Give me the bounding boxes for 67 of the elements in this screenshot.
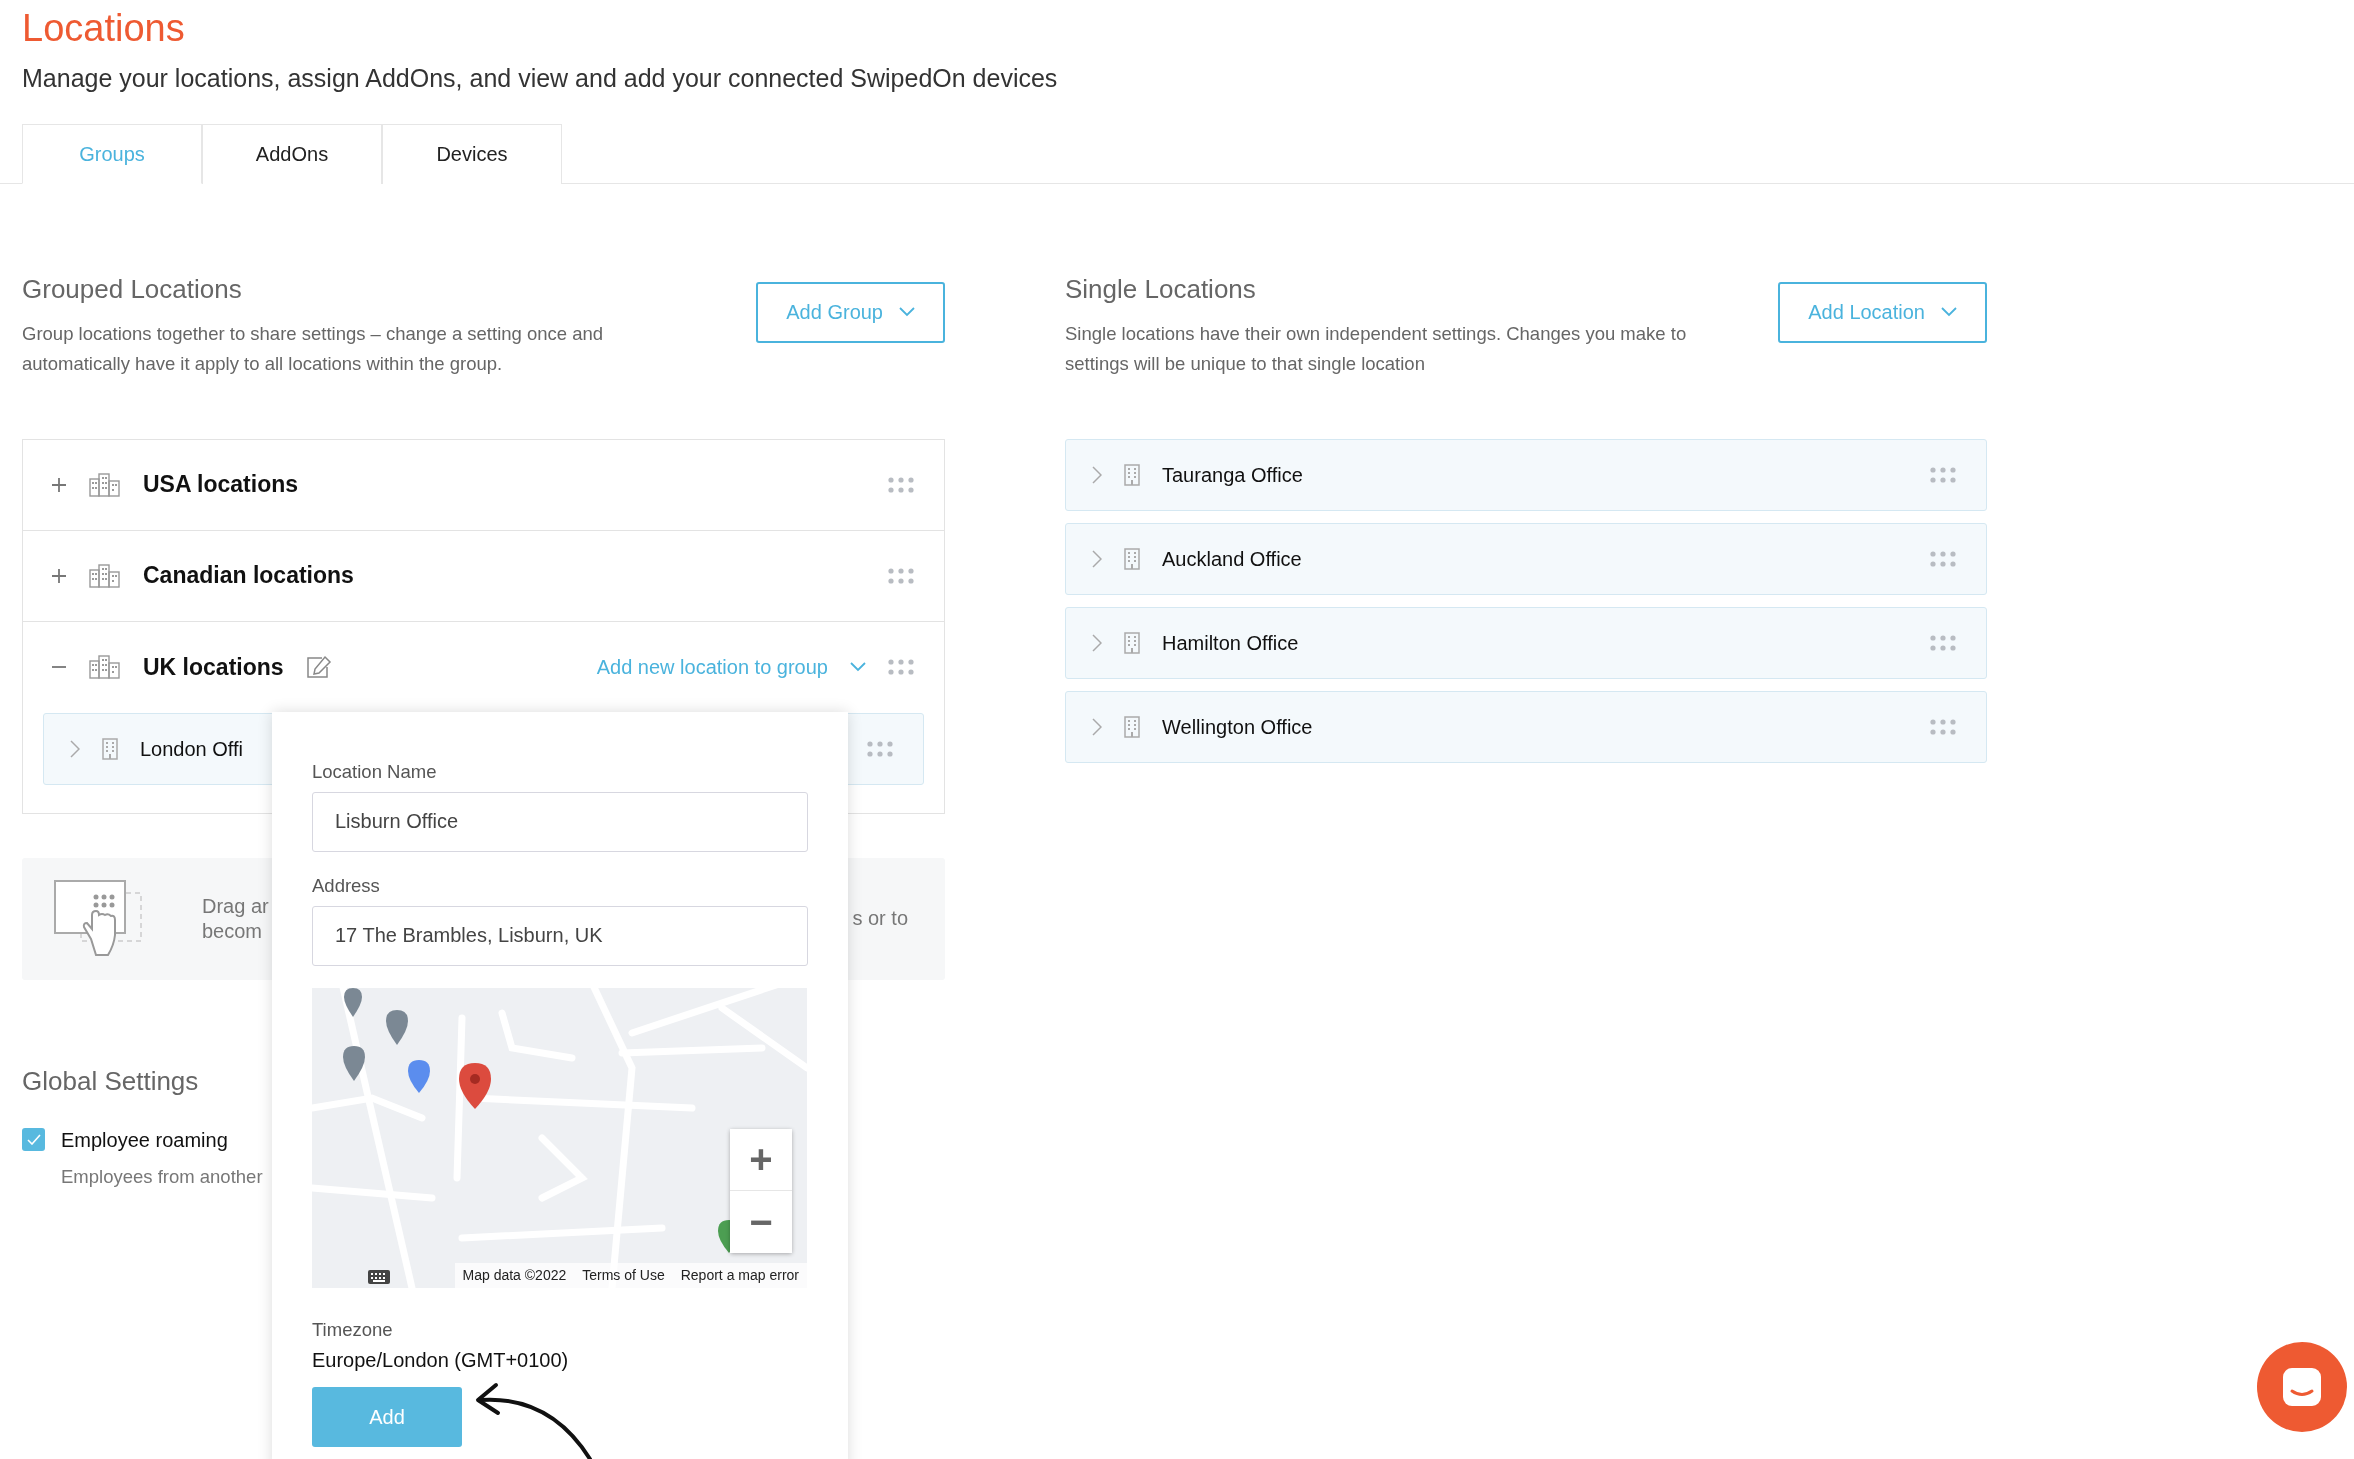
field-label: Timezone <box>312 1317 394 1342</box>
caret-icon <box>899 307 915 317</box>
caret-icon <box>850 662 866 672</box>
location-row[interactable]: Wellington Office <box>1065 690 1987 763</box>
input-field[interactable]: 17 The Brambles, Lisburn, UK <box>312 905 808 966</box>
expand-icon[interactable] <box>51 567 67 584</box>
section-description: Group locations together to share settings – change a setting once and automatically have it apply to all locations within the group. <box>22 321 605 376</box>
section-title: Grouped Locations <box>22 273 243 305</box>
caret-icon <box>1941 307 1957 317</box>
check-icon <box>26 1134 41 1146</box>
map-link[interactable]: Report a map error <box>672 1262 807 1288</box>
section-title: Single Locations <box>1065 273 1257 305</box>
drag-handle-icon[interactable] <box>888 567 914 584</box>
chat-icon <box>2280 1365 2324 1409</box>
hint-text: becom <box>202 918 264 944</box>
page-subtitle: Manage your locations, assign AddOns, and view and add your connected SwipedOn devices <box>21 63 1059 94</box>
location-name: London Offi <box>140 736 244 762</box>
building-icon <box>1124 463 1140 486</box>
drag-handle-icon[interactable] <box>1930 466 1956 483</box>
input-field[interactable]: Lisburn Office <box>312 791 808 852</box>
location-name: Wellington Office <box>1162 714 1313 740</box>
location-name: Hamilton Office <box>1162 630 1299 656</box>
drag-handle-icon[interactable] <box>1930 718 1956 735</box>
buildings-icon <box>89 655 121 679</box>
location-name: Auckland Office <box>1162 546 1302 572</box>
building-icon <box>1124 547 1140 570</box>
location-row[interactable]: Hamilton Office <box>1065 606 1987 679</box>
section-description: Single locations have their own independent settings. Changes you make to settings will be unique to that single location <box>1065 321 1688 376</box>
building-icon <box>1124 631 1140 654</box>
location-name: Tauranga Office <box>1162 462 1303 488</box>
tab[interactable]: AddOns <box>202 123 382 184</box>
group-name: UK locations <box>143 652 284 682</box>
timezone-value: Europe/London (GMT+0100) <box>312 1348 570 1374</box>
location-row[interactable]: Tauranga Office <box>1065 438 1987 511</box>
tab[interactable]: Devices <box>382 123 562 184</box>
chevron-icon[interactable] <box>1092 717 1102 736</box>
section-title: Global Settings <box>22 1065 200 1097</box>
building-icon <box>1124 715 1140 738</box>
buildings-icon <box>89 472 121 497</box>
chevron-icon[interactable] <box>1092 633 1102 652</box>
drag-handle-icon[interactable] <box>1930 634 1956 651</box>
location-row[interactable]: Auckland Office <box>1065 522 1987 595</box>
setting-label: Employee roaming <box>61 1127 228 1153</box>
chevron-icon[interactable] <box>70 739 80 758</box>
chevron-icon[interactable] <box>1092 549 1102 568</box>
drag-handle-icon[interactable] <box>888 659 914 675</box>
field-label: Address <box>312 873 381 898</box>
building-icon <box>102 737 118 760</box>
field-label: Location Name <box>312 760 438 784</box>
group-name: Canadian locations <box>143 561 354 591</box>
drag-handle-icon[interactable] <box>867 740 893 757</box>
zoom-in-button[interactable]: + <box>730 1128 792 1191</box>
map-link[interactable]: Terms of Use <box>574 1262 673 1288</box>
buildings-icon <box>89 563 121 588</box>
group-name: USA locations <box>143 470 299 500</box>
hint-text: Drag ar <box>202 893 269 919</box>
checkbox[interactable] <box>22 1128 45 1152</box>
drag-handle-icon[interactable] <box>1930 550 1956 567</box>
expand-icon[interactable] <box>51 476 67 493</box>
page-title: Locations <box>21 6 186 50</box>
setting-description: Employees from another <box>61 1164 264 1189</box>
drag-handle-icon[interactable] <box>888 476 914 493</box>
attribution-text: Map data ©2022 <box>461 1265 568 1285</box>
zoom-out-button[interactable]: − <box>730 1191 792 1253</box>
hint-text: s or to <box>852 906 908 931</box>
edit-icon[interactable] <box>305 655 332 679</box>
chevron-icon[interactable] <box>1092 465 1102 484</box>
